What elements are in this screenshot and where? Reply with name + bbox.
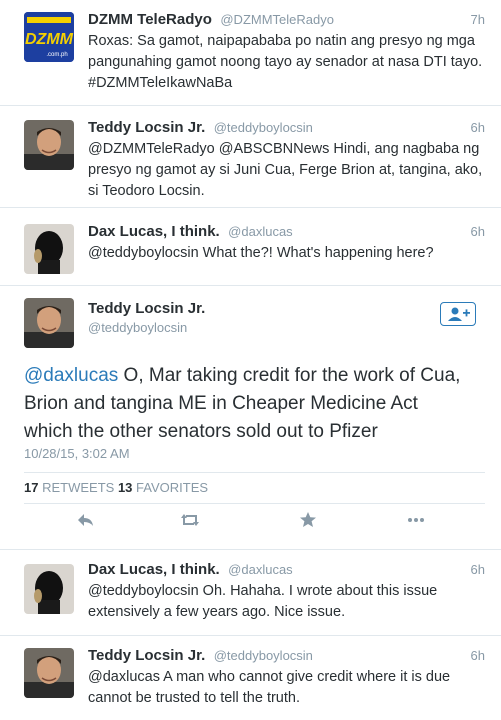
tweet-text: Roxas: Sa gamot, naipapababa po natin an… [88,33,483,91]
tweet-author-name[interactable]: DZMM TeleRadyo [88,11,212,28]
tweet-author-name[interactable]: Dax Lucas, I think. [88,561,220,578]
tweet-actions [0,508,501,534]
tweet-text: @teddyboylocsin Oh. Hahaha. I wrote abou… [88,583,438,620]
tweet-time[interactable]: 6h [471,222,485,242]
avatar-dax[interactable] [24,224,74,274]
teddy-avatar-image [24,298,74,348]
dzmm-logo-main: DZMM [25,31,74,48]
more-icon [408,518,424,522]
reply-button[interactable] [74,508,98,532]
expanded-author-handle[interactable]: @teddyboylocsin [88,320,187,335]
tweet-text: @DZMMTeleRadyo @ABSCBNNews Hindi, ang na… [88,141,483,199]
dzmm-logo: DZMM .com.ph [24,12,74,62]
reply-icon [78,514,93,526]
tweet-timestamp[interactable]: 10/28/15, 3:02 AM [24,446,130,461]
retweet-count[interactable]: 17 [24,480,38,495]
favorite-button[interactable] [296,508,320,532]
tweet-teddy-reply[interactable]: Teddy Locsin Jr. @teddyboylocsin 6h @DZM… [0,106,501,208]
reply-teddy[interactable]: Teddy Locsin Jr. @teddyboylocsin 6h @dax… [0,636,501,720]
avatar-teddy[interactable] [24,298,74,348]
expanded-author-name[interactable]: Teddy Locsin Jr. [88,300,205,317]
tweet-text: @teddyboylocsin What the?! What's happen… [88,245,434,261]
dax-avatar-image [24,564,74,614]
tweet-text: @daxlucas A man who cannot give credit w… [88,669,451,706]
dax-avatar-image [24,224,74,274]
mention-link[interactable]: @daxlucas [24,365,118,386]
tweet-author-handle[interactable]: @teddyboylocsin [214,648,313,663]
tweet-time[interactable]: 6h [471,646,485,666]
favorite-icon [300,512,316,527]
tweet-author-handle[interactable]: @daxlucas [228,224,293,239]
reply-dax[interactable]: Dax Lucas, I think. @daxlucas 6h @teddyb… [0,550,501,636]
avatar-dax[interactable] [24,564,74,614]
avatar-teddy[interactable] [24,648,74,698]
tweet-time[interactable]: 6h [471,118,485,138]
follow-button[interactable] [440,302,476,326]
follow-user-icon [448,307,470,321]
tweet-dzmm[interactable]: DZMM .com.ph DZMM TeleRadyo @DZMMTeleRad… [0,0,501,106]
retweet-label[interactable]: RETWEETS [42,480,114,495]
retweet-button[interactable] [178,508,202,532]
retweet-icon [181,514,199,526]
avatar-dzmm[interactable]: DZMM .com.ph [24,12,74,62]
tweet-time[interactable]: 7h [471,10,485,30]
tweet-author-handle[interactable]: @DZMMTeleRadyo [220,12,334,27]
dzmm-logo-sub: .com.ph [46,52,67,58]
tweet-time[interactable]: 6h [471,560,485,580]
expanded-tweet-text: @daxlucas O, Mar taking credit for the w… [24,362,471,446]
avatar-teddy[interactable] [24,120,74,170]
more-button[interactable] [404,508,428,532]
tweet-stats: 17 RETWEETS 13 FAVORITES [24,472,485,504]
teddy-avatar-image [24,648,74,698]
tweet-author-handle[interactable]: @teddyboylocsin [214,120,313,135]
tweet-author-name[interactable]: Teddy Locsin Jr. [88,647,205,664]
favorite-count[interactable]: 13 [118,480,132,495]
expanded-tweet: Teddy Locsin Jr. @teddyboylocsin @daxluc… [0,286,501,550]
tweet-dax[interactable]: Dax Lucas, I think. @daxlucas 6h @teddyb… [0,208,501,286]
tweet-author-name[interactable]: Teddy Locsin Jr. [88,119,205,136]
teddy-avatar-image [24,120,74,170]
tweet-author-handle[interactable]: @daxlucas [228,562,293,577]
tweet-author-name[interactable]: Dax Lucas, I think. [88,223,220,240]
favorite-label[interactable]: FAVORITES [136,480,208,495]
